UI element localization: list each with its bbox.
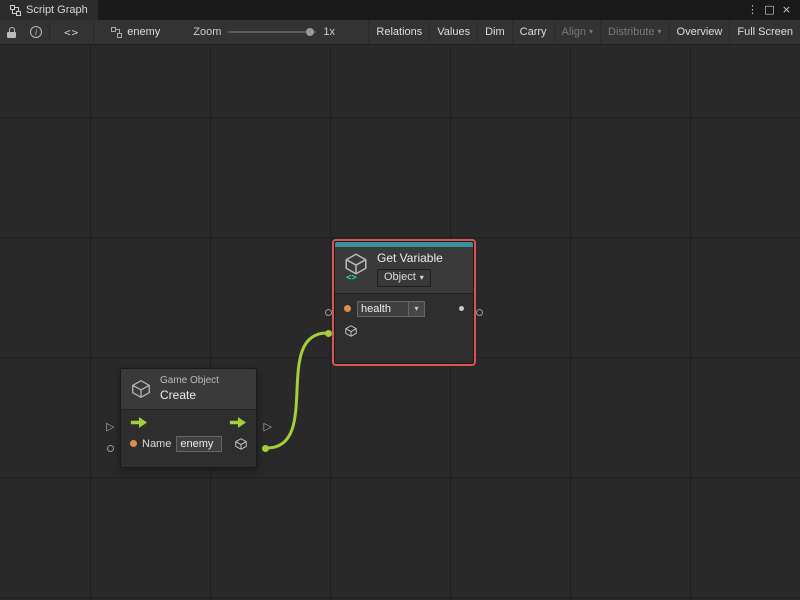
name-input-port[interactable]	[107, 445, 114, 452]
chevron-down-icon: ▾	[420, 274, 424, 282]
zoom-control: Zoom 1x	[185, 20, 343, 44]
zoom-value: 1x	[323, 26, 335, 38]
chevron-down-icon: ▾	[658, 28, 662, 36]
value-port-dot[interactable]	[130, 440, 137, 447]
toolbar-button-distribute[interactable]: Distribute ▾	[600, 20, 668, 44]
chevron-down-icon: ▾	[589, 28, 593, 36]
toolbar-button-carry[interactable]: Carry	[512, 20, 554, 44]
title-bar: Script Graph ⋮ □ ×	[0, 0, 800, 20]
node-header: <> Get Variable Object ▾	[335, 247, 473, 294]
flow-ports-row	[121, 410, 256, 431]
toolbar-buttons: Relations Values Dim Carry Align ▾ Distr…	[368, 20, 800, 44]
node-header: Game Object Create	[121, 369, 256, 410]
toolbar-button-align[interactable]: Align ▾	[554, 20, 600, 44]
game-object-output-port[interactable]	[262, 445, 269, 452]
tab-script-graph[interactable]: Script Graph	[0, 0, 98, 20]
flow-input-port[interactable]: ▷	[106, 421, 114, 432]
node-title: Create	[160, 388, 219, 403]
toolbar-separator	[93, 23, 94, 41]
button-label: Overview	[677, 26, 723, 38]
name-label: Name	[142, 438, 171, 450]
button-label: Dim	[485, 26, 505, 38]
button-label: Align	[562, 26, 586, 38]
flow-output-port[interactable]: ▷	[264, 421, 272, 432]
object-input-port[interactable]	[325, 330, 332, 337]
kebab-menu-icon[interactable]: ⋮	[744, 0, 761, 20]
graph-canvas[interactable]: Game Object Create Name	[0, 45, 800, 600]
button-label: Relations	[376, 26, 422, 38]
toolbar-button-overview[interactable]: Overview	[669, 20, 730, 44]
chevron-down-icon: ▾	[414, 305, 418, 313]
button-label: Values	[437, 26, 470, 38]
variable-select-button[interactable]: ▾	[409, 301, 425, 317]
script-graph-icon	[10, 5, 21, 16]
scope-label: Object	[384, 271, 416, 285]
node-category: Game Object	[160, 375, 219, 388]
toolbar-button-relations[interactable]: Relations	[368, 20, 429, 44]
variable-name-row: ▾	[335, 294, 473, 322]
window-controls: ⋮ □ ×	[744, 0, 800, 20]
graph-asset-icon	[111, 27, 122, 38]
edit-source-button[interactable]: <>	[50, 20, 93, 44]
node-title: Get Variable	[377, 251, 443, 266]
node-game-object-create[interactable]: Game Object Create Name	[120, 368, 257, 468]
node-get-variable[interactable]: <> Get Variable Object ▾ ▾	[334, 241, 474, 364]
variable-scope-dropdown[interactable]: Object ▾	[377, 269, 431, 287]
variable-name-input[interactable]	[357, 301, 409, 317]
value-output-port[interactable]	[476, 309, 483, 316]
lock-button[interactable]	[0, 20, 23, 44]
unity-window: Script Graph ⋮ □ × i <>	[0, 0, 800, 600]
button-label: Full Screen	[737, 26, 793, 38]
button-label: Distribute	[608, 26, 654, 38]
zoom-slider[interactable]	[228, 31, 316, 33]
lock-icon	[7, 27, 16, 38]
variable-code-icon: <>	[346, 273, 357, 283]
object-input-icon[interactable]	[344, 324, 358, 338]
info-button[interactable]: i	[23, 20, 49, 44]
name-input[interactable]	[176, 436, 222, 452]
game-object-output-icon[interactable]	[234, 437, 248, 451]
close-icon[interactable]: ×	[778, 0, 795, 20]
flow-output-arrow-icon[interactable]	[229, 417, 247, 428]
tab-title: Script Graph	[26, 4, 88, 16]
graph-toolbar: i <> enemy Zoom 1x Relations	[0, 20, 800, 45]
variable-cube-icon: <>	[343, 251, 369, 281]
info-icon: i	[30, 26, 42, 38]
zoom-label: Zoom	[193, 26, 221, 38]
graph-breadcrumb[interactable]: enemy	[104, 20, 167, 44]
maximize-icon[interactable]: □	[761, 0, 778, 20]
value-output-dot[interactable]	[459, 306, 464, 311]
name-port-row: Name	[121, 431, 256, 460]
value-port-dot[interactable]	[344, 305, 351, 312]
toolbar-button-dim[interactable]: Dim	[477, 20, 512, 44]
code-icon: <>	[64, 26, 79, 39]
zoom-slider-handle[interactable]	[306, 28, 314, 36]
variable-name-port[interactable]	[325, 309, 332, 316]
toolbar-button-values[interactable]: Values	[429, 20, 477, 44]
flow-input-arrow-icon[interactable]	[130, 417, 148, 428]
graph-name-label: enemy	[127, 26, 160, 38]
toolbar-button-fullscreen[interactable]: Full Screen	[729, 20, 800, 44]
object-port-row	[335, 322, 473, 351]
button-label: Carry	[520, 26, 547, 38]
game-object-cube-icon	[130, 378, 152, 400]
